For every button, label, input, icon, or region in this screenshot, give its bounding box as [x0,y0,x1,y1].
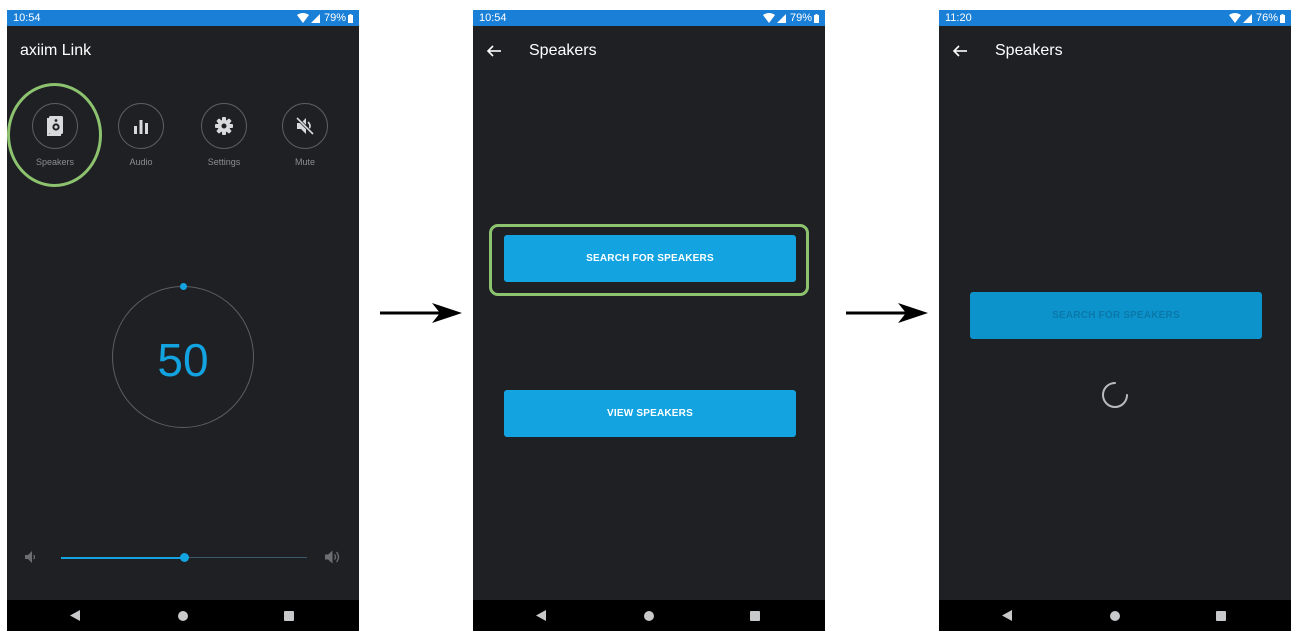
battery-icon [348,13,353,23]
volume-value: 50 [157,334,209,386]
equalizer-icon [134,120,148,134]
battery-icon [814,13,819,23]
status-indicators: 76% [1228,10,1285,26]
status-time: 10:54 [479,12,507,24]
signal-icon [776,13,786,23]
mute-icon [296,117,314,135]
mute-button[interactable]: Mute [277,103,333,167]
nav-recents-button[interactable] [1201,600,1241,631]
volume-dial[interactable]: 50 [112,286,254,428]
speaker-icon [47,116,63,136]
battery-icon [1280,13,1285,23]
nav-back-button[interactable] [521,600,561,631]
mute-label: Mute [294,157,315,167]
recents-square-icon [1216,610,1226,621]
flow-arrow-icon [380,303,462,323]
back-triangle-icon [536,610,546,621]
app-title: axiim Link [20,42,92,59]
battery-percent: 76% [1255,12,1278,24]
nav-recents-button[interactable] [735,600,775,631]
speakers-button[interactable]: Speakers [27,103,83,167]
nav-back-button[interactable] [987,600,1027,631]
audio-button[interactable]: Audio [113,103,169,167]
wifi-icon [762,13,775,23]
flow-arrow-icon [846,303,928,323]
nav-home-button[interactable] [1095,600,1135,631]
nav-home-button[interactable] [629,600,669,631]
loading-spinner-icon [1102,382,1128,408]
audio-circle [118,103,164,149]
settings-label: Settings [207,157,241,167]
volume-dial-knob[interactable] [180,283,187,290]
nav-back-button[interactable] [55,600,95,631]
volume-slider[interactable] [61,553,307,562]
volume-low-icon[interactable] [25,551,37,563]
wifi-icon [296,13,309,23]
home-circle-icon [644,610,654,621]
page-title: Speakers [995,42,1063,59]
phone-screen-searching: 11:20 76% Speakers SEARCH FOR SPEAKERS [939,10,1291,631]
status-time: 11:20 [945,12,972,24]
audio-label: Audio [129,157,153,167]
speakers-label: Speakers [35,157,75,167]
status-time: 10:54 [13,12,41,24]
battery-percent: 79% [789,12,812,24]
back-triangle-icon [1002,610,1012,621]
home-circle-icon [178,610,188,621]
back-arrow-icon[interactable] [952,43,968,59]
view-speakers-button[interactable]: VIEW SPEAKERS [504,390,796,437]
status-indicators: 79% [762,10,819,26]
back-triangle-icon [70,610,80,621]
phone-screen-home: 10:54 79% axiim Link Speakers Audio Sett… [7,10,359,631]
phone-screen-speakers: 10:54 79% Speakers SEARCH FOR SPEAKERS V… [473,10,825,631]
wifi-icon [1228,13,1241,23]
home-circle-icon [1110,610,1120,621]
volume-high-icon[interactable] [325,550,341,564]
settings-button[interactable]: Settings [196,103,252,167]
back-arrow-icon[interactable] [486,43,502,59]
recents-square-icon [750,610,760,621]
status-bar: 11:20 76% [939,10,1291,26]
system-nav-bar [7,600,359,631]
system-nav-bar [473,600,825,631]
gear-icon [215,117,233,135]
system-nav-bar [939,600,1291,631]
status-bar: 10:54 79% [473,10,825,26]
mute-circle [282,103,328,149]
nav-home-button[interactable] [163,600,203,631]
signal-icon [310,13,320,23]
settings-circle [201,103,247,149]
volume-slider-fill [61,556,184,559]
volume-slider-thumb[interactable] [180,553,189,562]
page-title: Speakers [529,42,597,59]
status-indicators: 79% [296,10,353,26]
battery-percent: 79% [323,12,346,24]
search-speakers-button-disabled: SEARCH FOR SPEAKERS [970,292,1262,339]
speakers-circle [32,103,78,149]
nav-recents-button[interactable] [269,600,309,631]
status-bar: 10:54 79% [7,10,359,26]
recents-square-icon [284,610,294,621]
signal-icon [1242,13,1252,23]
search-speakers-button[interactable]: SEARCH FOR SPEAKERS [504,235,796,282]
